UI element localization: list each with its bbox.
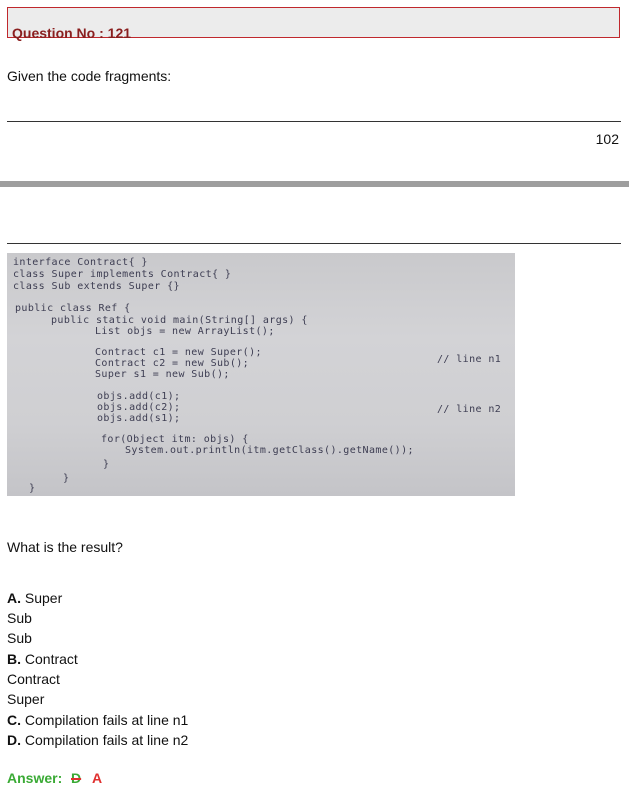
page-separator (0, 181, 629, 187)
option-c-letter: C. (7, 712, 21, 728)
answer-correct: A (92, 770, 103, 786)
code-line: objs.add(c1); (97, 391, 181, 402)
code-line: class Sub extends Super {} (13, 281, 180, 292)
code-line: interface Contract{ } (13, 257, 148, 268)
code-line: objs.add(c2); (97, 402, 181, 413)
code-comment-n2: // line n2 (437, 404, 502, 415)
code-line: objs.add(s1); (97, 413, 181, 424)
option-c: C. Compilation fails at line n1 (7, 712, 188, 728)
code-line: Contract c1 = new Super(); (95, 347, 262, 358)
code-line: public static void main(String[] args) { (51, 315, 308, 326)
code-line: } (103, 459, 110, 470)
question-header: Question No : 121 (7, 7, 620, 41)
question-title: Question No : 121 (12, 25, 132, 41)
option-b-line: Contract (24, 651, 78, 667)
divider-top (7, 121, 621, 122)
page-number: 102 (595, 131, 619, 147)
option-d-text: Compilation fails at line n2 (24, 732, 189, 748)
divider-code (7, 243, 621, 244)
option-b: B. Contract (7, 651, 78, 667)
option-a-line: Sub (7, 630, 32, 646)
option-a-line: Sub (7, 610, 32, 626)
question-prompt: Given the code fragments: (7, 68, 172, 84)
option-a-line: Super (24, 590, 63, 606)
code-line: } (63, 473, 70, 484)
option-a-letter: A. (7, 590, 21, 606)
code-line: for(Object itm: objs) { (101, 434, 249, 445)
code-line: class Super implements Contract{ } (13, 269, 232, 280)
answer-struck: D (71, 770, 82, 786)
code-line: System.out.println(itm.getClass().getNam… (125, 445, 414, 456)
option-b-line: Super (7, 691, 45, 707)
code-line: } (29, 483, 36, 494)
code-line: Contract c2 = new Sub(); (95, 358, 250, 369)
code-image: interface Contract{ } class Super implem… (7, 253, 515, 496)
option-d: D. Compilation fails at line n2 (7, 732, 188, 748)
option-d-letter: D. (7, 732, 21, 748)
code-line: Super s1 = new Sub(); (95, 369, 230, 380)
option-a: A. Super (7, 590, 62, 606)
answer-label: Answer: (7, 770, 63, 786)
code-line: List objs = new ArrayList(); (95, 326, 275, 337)
option-b-line: Contract (7, 671, 60, 687)
question-text: What is the result? (7, 539, 123, 555)
option-c-text: Compilation fails at line n1 (24, 712, 189, 728)
option-b-letter: B. (7, 651, 21, 667)
code-comment-n1: // line n1 (437, 354, 502, 365)
code-line: public class Ref { (15, 303, 131, 314)
